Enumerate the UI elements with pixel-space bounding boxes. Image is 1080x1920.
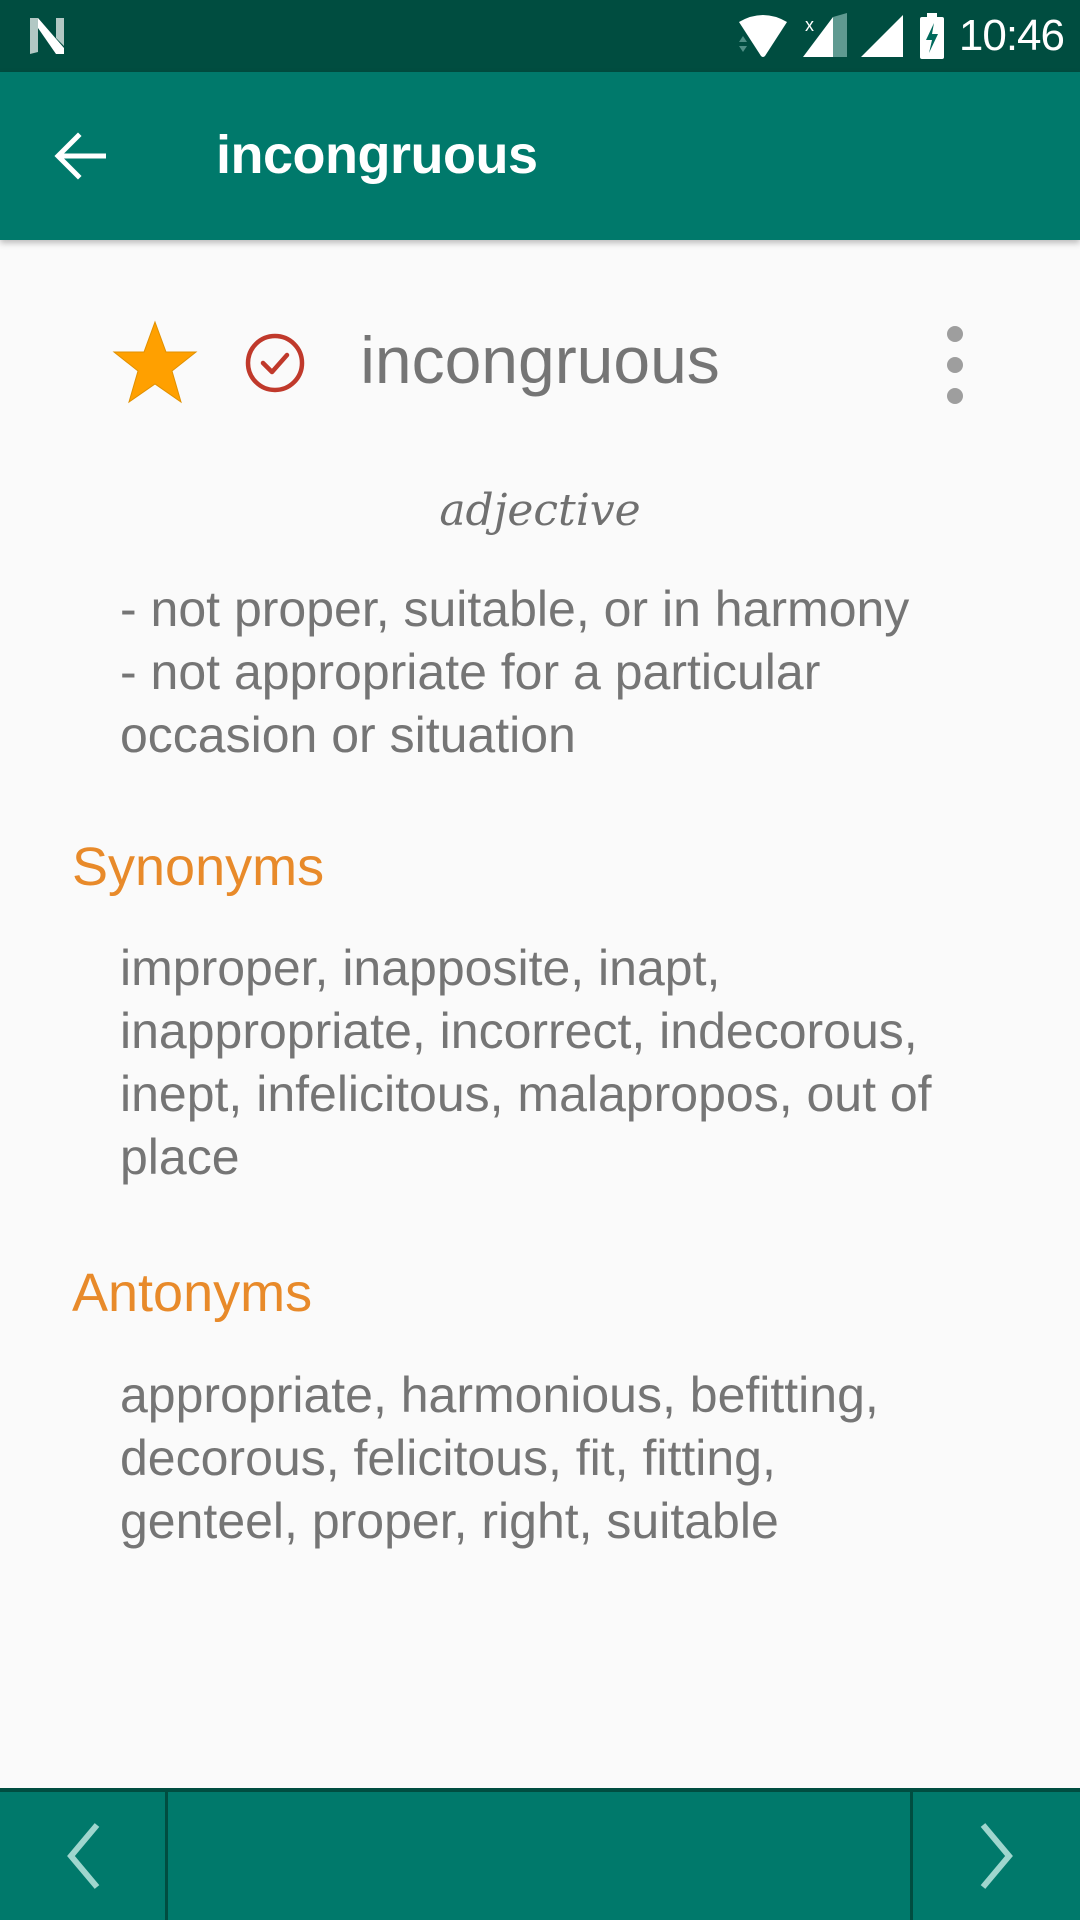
battery-charging-icon: [919, 13, 944, 59]
part-of-speech: adjective: [439, 485, 641, 536]
chevron-right-icon: [980, 1823, 1013, 1889]
notification-n-icon: [30, 18, 64, 54]
more-vert-dot: [947, 388, 963, 404]
signal-no-data-icon: x: [802, 13, 847, 57]
more-options-button[interactable]: [930, 320, 980, 410]
bottom-bar-center: [168, 1792, 910, 1920]
page-title: incongruous: [216, 125, 538, 185]
status-bar: x 10:46: [0, 0, 1080, 72]
clock: 10:46: [958, 11, 1065, 60]
next-word-button[interactable]: [910, 1792, 1080, 1920]
star-icon: [112, 320, 198, 404]
more-vert-dot: [947, 357, 963, 373]
svg-text:x: x: [805, 15, 814, 35]
synonyms-heading: Synonyms: [72, 837, 325, 897]
synonyms-list: improper, inapposite, inapt, inappropria…: [120, 940, 932, 1185]
word-header: incongruous: [0, 300, 1080, 420]
bottom-navigation: [0, 1788, 1080, 1920]
check-circle-icon: [245, 333, 305, 393]
arrow-left-icon: [54, 132, 106, 180]
wifi-icon: [738, 15, 787, 57]
definition-item: - not proper, suitable, or in harmony: [120, 581, 910, 637]
back-button[interactable]: [40, 116, 120, 196]
signal-icon: [860, 15, 903, 57]
word-detail: incongruous adjective - not proper, suit…: [0, 240, 1080, 1788]
antonyms-list: appropriate, harmonious, befitting, deco…: [120, 1367, 879, 1549]
app-bar: incongruous: [0, 72, 1080, 240]
status-icons: x 10:46: [737, 11, 1065, 60]
definitions: - not proper, suitable, or in harmony - …: [120, 578, 1020, 767]
previous-word-button[interactable]: [0, 1792, 168, 1920]
antonyms-heading: Antonyms: [72, 1263, 313, 1323]
learned-button[interactable]: [240, 328, 310, 398]
more-vert-icon: [947, 326, 963, 342]
definition-item: - not appropriate for a particular occas…: [120, 644, 835, 763]
favorite-button[interactable]: [110, 318, 200, 408]
chevron-left-icon: [66, 1823, 99, 1889]
